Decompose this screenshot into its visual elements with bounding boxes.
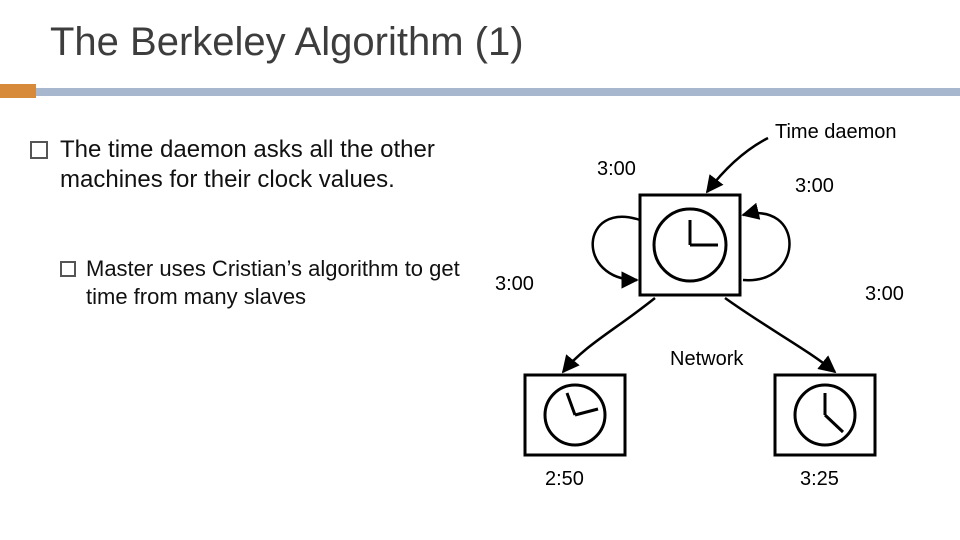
label-self-left: 3:00 bbox=[495, 273, 534, 295]
bullet-level2: Master uses Cristian’s algorithm to get … bbox=[60, 255, 460, 310]
slave-left-clock bbox=[525, 375, 625, 455]
master-clock bbox=[640, 195, 740, 295]
label-network: Network bbox=[670, 348, 744, 370]
pointer-time-daemon bbox=[707, 138, 768, 192]
rule-accent bbox=[0, 84, 36, 98]
label-master-right: 3:00 bbox=[795, 175, 834, 197]
arrow-to-left-slave bbox=[563, 298, 655, 372]
bullet-text: The time daemon asks all the other machi… bbox=[60, 135, 460, 195]
bullet-square-icon bbox=[30, 141, 48, 159]
slide: The Berkeley Algorithm (1) The time daem… bbox=[0, 0, 960, 540]
slide-title: The Berkeley Algorithm (1) bbox=[50, 20, 524, 65]
label-slave-left: 2:50 bbox=[545, 468, 584, 490]
label-slave-right: 3:25 bbox=[800, 468, 839, 490]
rule-main bbox=[36, 88, 960, 96]
label-time-daemon: Time daemon bbox=[775, 121, 897, 143]
bullet-text: Master uses Cristian’s algorithm to get … bbox=[86, 255, 460, 310]
bullet-square-icon bbox=[60, 261, 76, 277]
label-master-left: 3:00 bbox=[597, 158, 636, 180]
slave-right-clock bbox=[775, 375, 875, 455]
berkeley-diagram: Time daemon 3:00 3:00 3:00 3:00 Network … bbox=[485, 120, 925, 500]
arrow-self-right bbox=[743, 213, 790, 280]
arrow-self-left bbox=[593, 217, 640, 280]
label-self-right: 3:00 bbox=[865, 283, 904, 305]
body-text: The time daemon asks all the other machi… bbox=[30, 135, 460, 310]
bullet-level1: The time daemon asks all the other machi… bbox=[30, 135, 460, 195]
